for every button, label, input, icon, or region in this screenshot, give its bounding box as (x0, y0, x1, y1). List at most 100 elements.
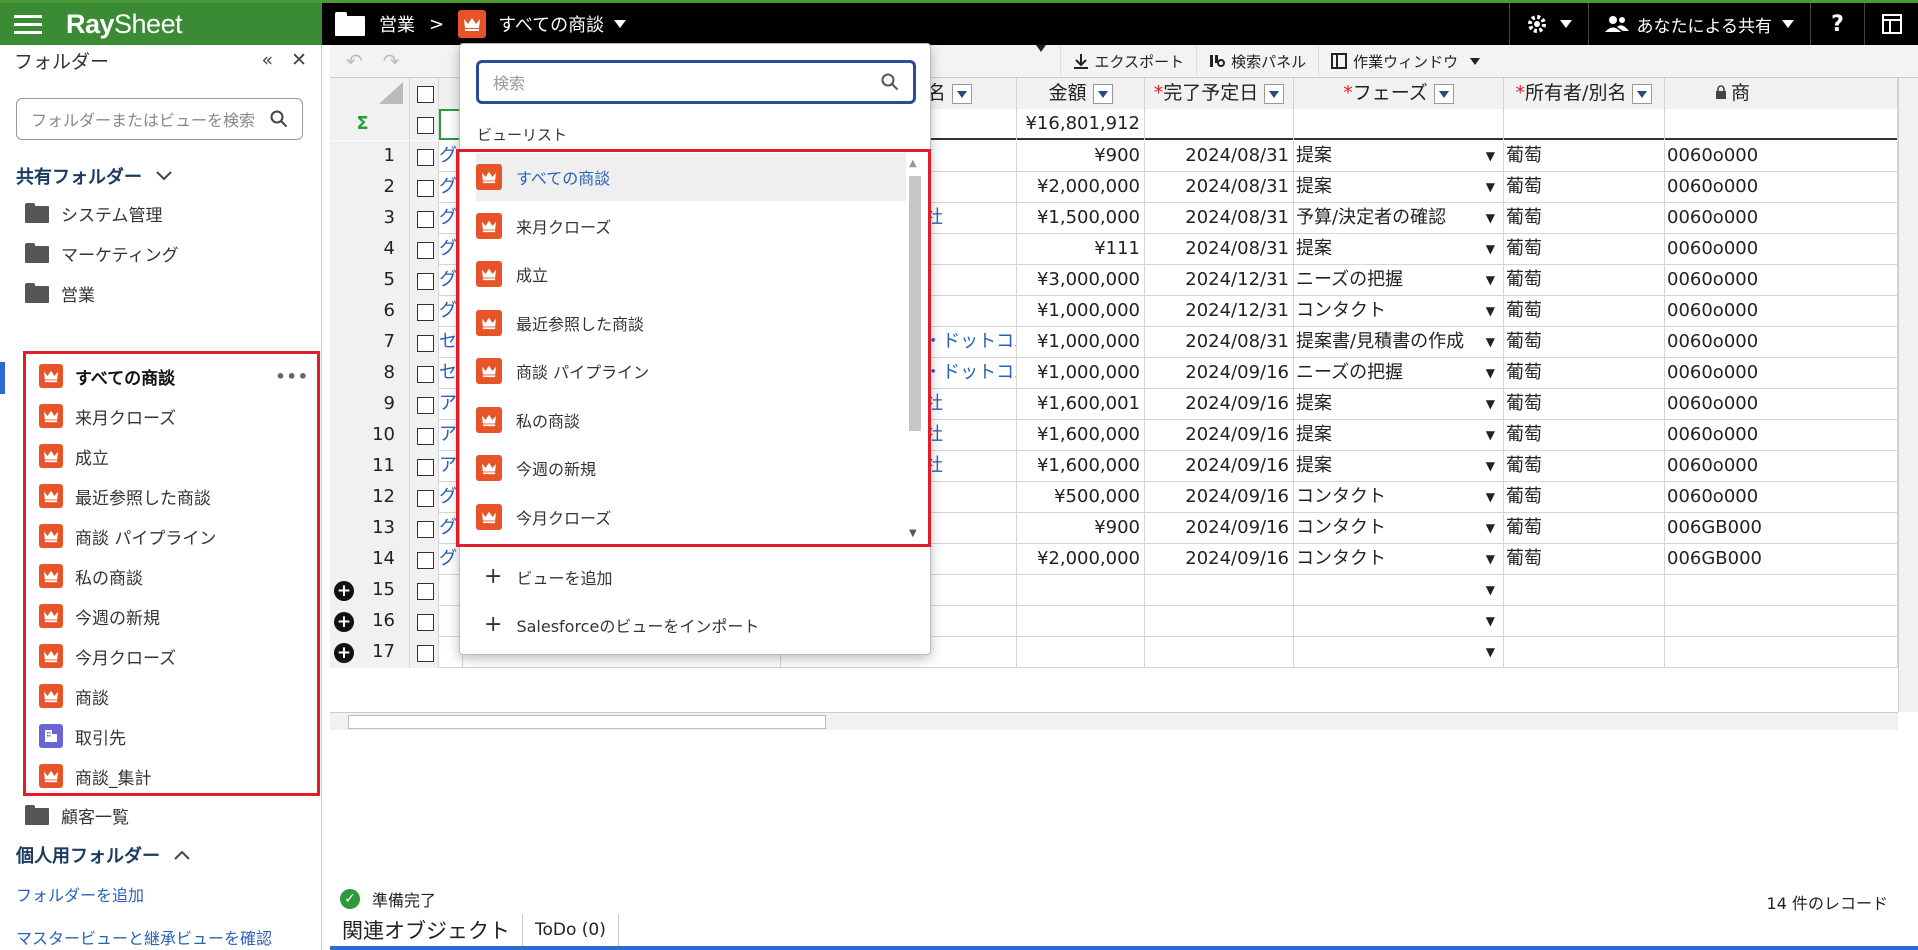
scroll-down-icon[interactable]: ▼ (909, 528, 917, 539)
row-checkbox[interactable] (410, 141, 439, 172)
filter-dropdown-icon[interactable] (1264, 83, 1285, 104)
dropdown-arrow-icon[interactable]: ▼ (1486, 141, 1495, 171)
row-number[interactable]: +15 (330, 575, 410, 606)
vertical-scrollbar[interactable] (1898, 78, 1918, 712)
grid-cell[interactable] (1294, 109, 1504, 140)
layout-button[interactable] (1864, 3, 1918, 45)
amount-cell[interactable]: ¥1,600,000 (1017, 420, 1145, 451)
dropdown-arrow-icon[interactable]: ▼ (1486, 172, 1495, 202)
owner-cell[interactable]: 葡萄 (1504, 482, 1665, 513)
view-search-input[interactable]: 検索 (476, 60, 916, 104)
row-number[interactable]: 8 (330, 358, 410, 389)
dropdown-arrow-icon[interactable]: ▼ (1486, 389, 1495, 419)
dropdown-arrow-icon[interactable]: ▼ (1486, 637, 1495, 667)
row-number[interactable]: 10 (330, 420, 410, 451)
row-number[interactable]: 4 (330, 234, 410, 265)
personal-folders-section[interactable]: 個人用フォルダー (16, 842, 190, 868)
grid-cell[interactable] (1504, 575, 1665, 606)
close-date-cell[interactable]: 2024/09/16 (1145, 451, 1294, 482)
add-row-icon[interactable]: + (334, 581, 354, 601)
breadcrumb-view-selector[interactable]: すべての商談 (498, 11, 604, 37)
close-date-cell[interactable]: 2024/09/16 (1145, 420, 1294, 451)
row-number[interactable]: 1 (330, 141, 410, 172)
close-date-cell[interactable]: 2024/09/16 (1145, 544, 1294, 575)
sidebar-view-recently-viewed[interactable]: 最近参照した商談 (39, 479, 309, 513)
chevron-down-icon[interactable] (1035, 44, 1046, 52)
amount-cell[interactable]: ¥2,000,000 (1017, 172, 1145, 203)
scroll-up-icon[interactable]: ▲ (909, 158, 917, 169)
phase-cell[interactable]: ▼ (1294, 575, 1504, 606)
export-button[interactable]: エクスポート (1059, 44, 1197, 78)
sidebar-view-this-month-close[interactable]: 今月クローズ (39, 639, 309, 673)
close-date-cell[interactable]: 2024/08/31 (1145, 172, 1294, 203)
dropdown-arrow-icon[interactable]: ▼ (1486, 296, 1495, 326)
settings-button[interactable] (1508, 3, 1588, 45)
sidebar-view-accounts[interactable]: 取引先 (39, 719, 309, 753)
row-checkbox[interactable] (410, 575, 439, 606)
row-number[interactable]: 13 (330, 513, 410, 544)
phase-cell[interactable]: 提案 ▼ (1294, 172, 1504, 203)
row-checkbox[interactable] (410, 358, 439, 389)
row-number[interactable]: 14 (330, 544, 410, 575)
sidebar-view-pipeline[interactable]: 商談 パイプライン (39, 519, 309, 553)
view-list-item[interactable]: 最近参照した商談 (476, 299, 906, 347)
phase-cell[interactable]: 提案 ▼ (1294, 389, 1504, 420)
grid-cell[interactable] (1017, 575, 1145, 606)
row-number[interactable]: 9 (330, 389, 410, 420)
header-owner[interactable]: *所有者/別名 (1504, 78, 1665, 109)
close-date-cell[interactable]: 2024/08/31 (1145, 203, 1294, 234)
corner-cell[interactable] (330, 78, 410, 109)
dropdown-arrow-icon[interactable]: ▼ (1486, 203, 1495, 233)
grid-cell[interactable] (1665, 109, 1898, 140)
owner-cell[interactable]: 葡萄 (1504, 327, 1665, 358)
amount-cell[interactable]: ¥2,000,000 (1017, 544, 1145, 575)
sidebar-view-new-this-week[interactable]: 今週の新規 (39, 599, 309, 633)
check-master-view-link[interactable]: マスタービューと継承ビューを確認 (16, 925, 272, 949)
row-number[interactable]: 2 (330, 172, 410, 203)
owner-cell[interactable]: 葡萄 (1504, 141, 1665, 172)
dropdown-arrow-icon[interactable]: ▼ (1486, 606, 1495, 636)
owner-cell[interactable]: 葡萄 (1504, 265, 1665, 296)
sidebar-folder-sales[interactable]: 営業 (25, 279, 95, 307)
amount-cell[interactable]: ¥1,500,000 (1017, 203, 1145, 234)
tab-todo[interactable]: ToDo (0) (523, 914, 619, 946)
scrollbar-thumb[interactable] (909, 176, 921, 431)
grid-cell[interactable] (1145, 637, 1294, 668)
owner-cell[interactable]: 葡萄 (1504, 296, 1665, 327)
view-list-item[interactable]: 私の商談 (476, 396, 906, 444)
grid-cell[interactable] (1017, 606, 1145, 637)
dropdown-arrow-icon[interactable]: ▼ (1486, 575, 1495, 605)
row-number[interactable]: +16 (330, 606, 410, 637)
tab-related-objects[interactable]: 関連オブジェクト (330, 914, 523, 946)
amount-cell[interactable]: ¥1,600,000 (1017, 451, 1145, 482)
add-row-icon[interactable]: + (334, 643, 354, 663)
phase-cell[interactable]: 予算/決定者の確認 ▼ (1294, 203, 1504, 234)
more-options-icon[interactable]: ••• (275, 367, 309, 386)
row-number[interactable]: 7 (330, 327, 410, 358)
dropdown-arrow-icon[interactable]: ▼ (1486, 544, 1495, 574)
row-checkbox[interactable] (410, 606, 439, 637)
row-number[interactable]: 12 (330, 482, 410, 513)
close-date-cell[interactable]: 2024/08/31 (1145, 141, 1294, 172)
grid-cell[interactable] (1665, 606, 1898, 637)
work-window-button[interactable]: 作業ウィンドウ (1318, 44, 1492, 78)
folder-search-input[interactable]: フォルダーまたはビューを検索 (16, 98, 303, 140)
row-number[interactable]: 5 (330, 265, 410, 296)
close-date-cell[interactable]: 2024/08/31 (1145, 234, 1294, 265)
sidebar-view-deals-summary[interactable]: 商談_集計 (39, 759, 309, 793)
sidebar-folder-marketing[interactable]: マーケティング (25, 239, 179, 267)
phase-cell[interactable]: ニーズの把握 ▼ (1294, 265, 1504, 296)
dropdown-arrow-icon[interactable]: ▼ (1486, 420, 1495, 450)
owner-cell[interactable]: 葡萄 (1504, 451, 1665, 482)
grid-cell[interactable] (1504, 109, 1665, 140)
row-checkbox[interactable] (410, 172, 439, 203)
amount-cell[interactable]: ¥900 (1017, 141, 1145, 172)
grid-cell[interactable] (1504, 637, 1665, 668)
close-date-cell[interactable]: 2024/09/16 (1145, 482, 1294, 513)
row-checkbox[interactable] (410, 234, 439, 265)
phase-cell[interactable]: ニーズの把握 ▼ (1294, 358, 1504, 389)
owner-cell[interactable]: 葡萄 (1504, 203, 1665, 234)
grid-cell[interactable] (1665, 575, 1898, 606)
filter-dropdown-icon[interactable] (1092, 83, 1113, 104)
row-checkbox[interactable] (410, 482, 439, 513)
